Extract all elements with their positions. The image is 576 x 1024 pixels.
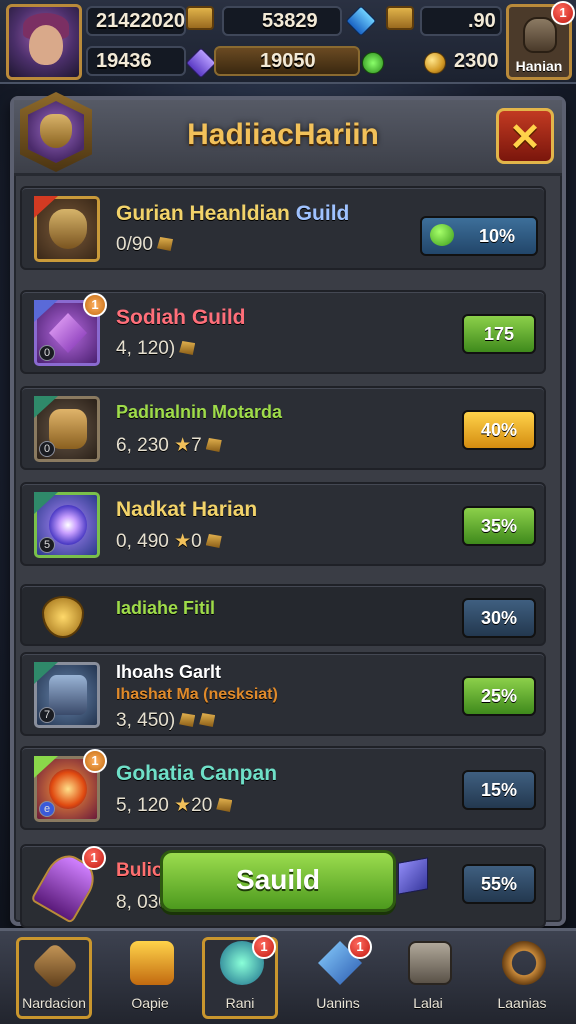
ore-icon (205, 438, 222, 452)
notification-badge: 1 (551, 1, 575, 25)
row-name: Sodiah Guild (116, 306, 246, 329)
ore-icon (179, 713, 196, 727)
row-name: Padinalnin Motarda (116, 402, 283, 422)
progress-button[interactable]: 175 (462, 314, 536, 354)
row-subtitle: Ihashat Ma (nesksiat) (116, 686, 278, 703)
resource-counter-6: 2300 (454, 50, 499, 72)
armor-icon: 7 (34, 662, 100, 728)
nav-item-nardacion[interactable]: Nardacion (4, 937, 104, 1023)
row-sub: 4, 120) (116, 338, 196, 360)
notification-badge: 1 (83, 749, 107, 773)
nav-item-laanias[interactable]: Laanias (472, 937, 572, 1023)
top-resource-bar: 21422020 53829 .90 19436 19050 2300 Hani… (0, 0, 576, 84)
row-name: Nadkat Harian (116, 498, 258, 521)
bottom-nav: Nardacion Oapie 1 Rani 1 Uanins Lalai La… (0, 928, 576, 1024)
nav-item-uanins[interactable]: 1 Uanins (288, 935, 388, 1023)
list-item[interactable]: Gurian Heanldian Guild 0/90 10% (20, 186, 546, 270)
list-item[interactable]: 0 Padinalnin Motarda 6, 230 ★7 40% (20, 386, 546, 470)
row-name: Gohatia Canpan (116, 762, 278, 785)
fire-orb-icon: e 1 (34, 749, 107, 822)
ore-icon (216, 798, 233, 812)
blue-gem-icon[interactable] (345, 5, 377, 37)
progress-button[interactable]: 10% (420, 216, 538, 256)
mask-icon (40, 114, 72, 148)
ore-icon (179, 341, 196, 355)
ring-icon (502, 941, 546, 985)
nav-item-lalai[interactable]: Lalai (378, 937, 478, 1023)
list-item[interactable]: 7 Ihoahs Garlt Ihashat Ma (nesksiat) 3, … (20, 652, 546, 736)
helmet-icon (34, 196, 100, 262)
crystal-sword-icon: 0 1 (34, 293, 107, 366)
resource-counter-3: .90 (420, 6, 502, 36)
treasure-icon (130, 941, 174, 985)
row-sub: 3, 450) (116, 710, 216, 732)
build-button[interactable]: Sauild (160, 850, 396, 912)
resource-counter-5: 19050 (214, 46, 360, 76)
crate-icon (408, 941, 452, 985)
panel-title: HadiiacHariin (187, 118, 379, 151)
progress-button[interactable]: 55% (462, 864, 536, 904)
row-sub: 0, 490 ★0 (116, 530, 222, 553)
notification-badge: 1 (82, 846, 106, 870)
notification-badge: 1 (83, 293, 107, 317)
list-item[interactable]: 0 1 Sodiah Guild 4, 120) 175 (20, 290, 546, 374)
shield-emblem-icon (42, 596, 84, 638)
nav-item-rani[interactable]: 1 Rani (190, 935, 290, 1023)
row-sub: 0/90 (116, 234, 173, 256)
row-sub: 5, 120 ★20 (116, 794, 233, 817)
cube-icon (398, 857, 428, 895)
player-avatar[interactable] (6, 4, 82, 80)
row-name: Iadiahe Fitil (116, 598, 216, 618)
close-button[interactable]: ✕ (496, 108, 554, 164)
gold-chest-icon[interactable] (186, 6, 214, 30)
progress-button[interactable]: 15% (462, 770, 536, 810)
panel-header: HadiiacHariin ✕ (14, 92, 562, 176)
portal-swirl-icon: 5 (34, 492, 100, 558)
progress-button[interactable]: 25% (462, 676, 536, 716)
list-item[interactable]: 5 Nadkat Harian 0, 490 ★0 35% (20, 482, 546, 566)
row-name: Gurian Heanldian Guild (116, 202, 350, 225)
notification-badge: 1 (252, 935, 276, 959)
ore-icon (205, 534, 222, 548)
ore-icon (156, 237, 173, 251)
resource-counter-4: 19436 (86, 46, 186, 76)
row-tag: Guild (295, 202, 350, 225)
resource-counter-1: 21422020 (86, 6, 186, 36)
avatar-face (29, 25, 63, 65)
close-x-icon: ✕ (509, 117, 541, 159)
progress-button[interactable]: 30% (462, 598, 536, 638)
nav-item-oapie[interactable]: Oapie (100, 937, 200, 1023)
check-icon (430, 224, 454, 246)
purple-crystal-icon[interactable] (185, 47, 217, 79)
row-sub: 6, 230 ★7 (116, 434, 222, 457)
list-item[interactable]: Iadiahe Fitil 30% (20, 584, 546, 646)
hero-slot-button[interactable]: Hanian 1 (506, 1, 575, 80)
list-item[interactable]: e 1 Gohatia Canpan 5, 120 ★20 15% (20, 746, 546, 830)
green-orb-icon[interactable] (357, 47, 389, 79)
gold-box-icon[interactable] (386, 6, 414, 30)
helmet-icon (523, 17, 557, 53)
guild-emblem-icon (20, 92, 92, 172)
gold-coin-icon (424, 52, 446, 74)
row-name: Ihoahs Garlt (116, 662, 222, 682)
golem-icon: 0 (34, 396, 100, 462)
progress-button[interactable]: 40% (462, 410, 536, 450)
notification-badge: 1 (348, 935, 372, 959)
progress-button[interactable]: 35% (462, 506, 536, 546)
resource-counter-2: 53829 (222, 6, 342, 36)
